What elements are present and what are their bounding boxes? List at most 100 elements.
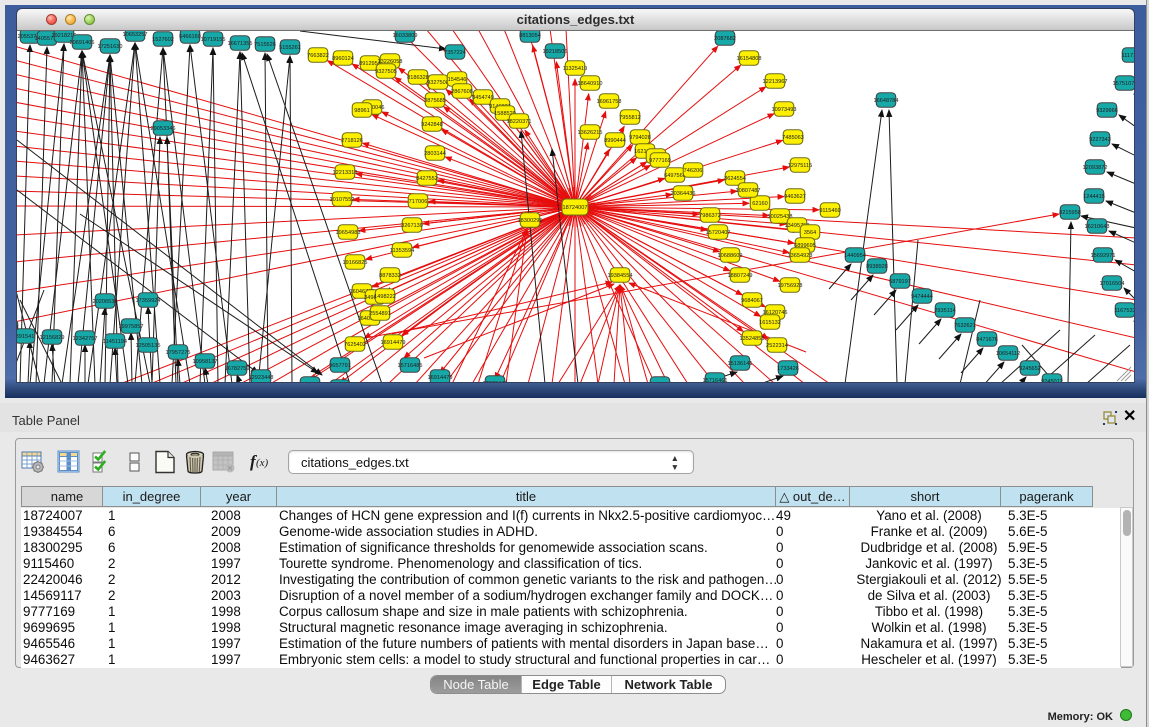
svg-text:7515526: 7515526 [254, 42, 276, 48]
svg-text:12505135: 12505135 [136, 343, 161, 349]
svg-text:13626215: 13626215 [578, 130, 603, 136]
svg-text:3267130: 3267130 [401, 223, 423, 229]
svg-text:12156829: 12156829 [40, 335, 65, 341]
svg-text:16154808: 16154808 [737, 56, 762, 62]
svg-text:16033809: 16033809 [393, 33, 418, 39]
svg-text:9242848: 9242848 [421, 122, 443, 128]
svg-text:15716485: 15716485 [398, 363, 423, 369]
svg-text:1117104: 1117104 [1122, 53, 1134, 59]
svg-text:9777169: 9777169 [649, 158, 671, 164]
svg-text:10653257: 10653257 [123, 32, 148, 38]
svg-text:16210643: 16210643 [1085, 224, 1110, 230]
svg-text:15720407: 15720407 [706, 230, 731, 236]
svg-text:3624554: 3624554 [724, 176, 746, 182]
svg-text:18807249: 18807249 [728, 273, 753, 279]
svg-text:7357224: 7357224 [444, 50, 466, 56]
svg-text:18220371: 18220371 [507, 119, 532, 125]
svg-text:17251630: 17251630 [98, 44, 123, 50]
svg-text:9474444: 9474444 [911, 294, 933, 300]
svg-text:12213967: 12213967 [763, 79, 788, 85]
svg-text:18640910: 18640910 [578, 81, 603, 87]
svg-text:8990444: 8990444 [604, 138, 626, 144]
svg-text:717006: 717006 [409, 199, 428, 205]
svg-text:9327505: 9327505 [375, 69, 397, 75]
svg-text:8813054: 8813054 [519, 33, 541, 39]
svg-text:18300295: 18300295 [518, 218, 543, 224]
svg-text:8471676: 8471676 [976, 337, 998, 343]
svg-text:6497568: 6497568 [664, 173, 686, 179]
svg-text:18724007: 18724007 [563, 205, 588, 211]
svg-text:1244415: 1244415 [1083, 194, 1105, 200]
svg-text:2718126: 2718126 [341, 138, 363, 144]
svg-text:15751074: 15751074 [1113, 81, 1134, 87]
svg-text:98961: 98961 [354, 108, 370, 114]
svg-text:1498222: 1498222 [374, 294, 396, 300]
svg-text:17957275: 17957275 [166, 350, 191, 356]
svg-text:10107552: 10107552 [330, 197, 355, 203]
svg-text:1167533: 1167533 [1114, 308, 1134, 314]
svg-text:6879197: 6879197 [889, 279, 911, 285]
svg-text:9657791: 9657791 [329, 363, 351, 369]
svg-text:7663822: 7663822 [307, 53, 329, 59]
svg-text:11353594: 11353594 [390, 248, 414, 254]
svg-text:8878332: 8878332 [379, 273, 401, 279]
svg-text:9463627: 9463627 [784, 194, 806, 200]
svg-text:7955812: 7955812 [619, 115, 641, 121]
svg-text:9329966: 9329966 [1096, 108, 1118, 114]
svg-text:16961758: 16961758 [597, 99, 622, 105]
svg-text:1527602: 1527602 [152, 37, 174, 43]
svg-text:10958137: 10958137 [193, 359, 218, 365]
svg-text:12093872: 12093872 [1083, 165, 1108, 171]
svg-text:10807487: 10807487 [736, 188, 761, 194]
svg-text:20206536: 20206536 [93, 299, 118, 305]
svg-text:391541: 391541 [17, 334, 34, 340]
svg-text:17016504: 17016504 [1100, 281, 1125, 287]
svg-text:12342757: 12342757 [73, 336, 98, 342]
svg-text:12975115: 12975115 [788, 163, 812, 169]
svg-text:11325419: 11325419 [563, 66, 587, 72]
svg-text:746206: 746206 [684, 168, 703, 174]
svg-text:13654923: 13654923 [788, 253, 813, 259]
svg-text:12213319: 12213319 [333, 170, 358, 176]
svg-text:19166825: 19166825 [343, 260, 368, 266]
svg-text:8427552: 8427552 [416, 176, 438, 182]
svg-text:62160: 62160 [752, 201, 768, 207]
svg-text:2087682: 2087682 [714, 36, 736, 42]
svg-text:29053346: 29053346 [151, 126, 176, 132]
svg-text:7625402: 7625402 [344, 342, 366, 348]
svg-text:7986372: 7986372 [699, 213, 721, 219]
svg-text:7632621: 7632621 [954, 323, 976, 329]
svg-text:11451194: 11451194 [103, 339, 127, 345]
svg-text:13524851: 13524851 [740, 336, 765, 342]
svg-text:16648784: 16648784 [874, 98, 899, 104]
svg-text:154546: 154546 [448, 77, 467, 83]
svg-text:15136141: 15136141 [728, 361, 753, 367]
svg-text:15716461: 15716461 [703, 378, 728, 382]
svg-text:9227343: 9227343 [1089, 137, 1111, 143]
svg-text:19654983: 19654983 [336, 230, 361, 236]
svg-text:12923448: 12923448 [249, 375, 274, 381]
svg-text:9327508: 9327508 [427, 80, 449, 86]
svg-text:2522314: 2522314 [766, 343, 788, 349]
svg-text:9684067: 9684067 [741, 298, 763, 304]
svg-text:16782759: 16782759 [225, 366, 250, 372]
svg-text:1440954: 1440954 [844, 253, 866, 259]
svg-text:2803144: 2803144 [424, 151, 446, 157]
svg-text:10719155: 10719155 [201, 37, 226, 43]
svg-text:16914479: 16914479 [381, 340, 406, 346]
svg-text:15692971: 15692971 [1091, 253, 1116, 259]
svg-text:9115460: 9115460 [819, 208, 840, 214]
svg-text:10973493: 10973493 [772, 107, 797, 113]
svg-text:10688609: 10688609 [718, 253, 743, 259]
svg-text:8938928: 8938928 [866, 264, 888, 270]
svg-text:8960124: 8960124 [332, 56, 354, 62]
svg-text:9245652: 9245652 [1019, 366, 1041, 372]
svg-text:9245012: 9245012 [1041, 379, 1063, 382]
svg-text:2867608: 2867608 [451, 89, 473, 95]
svg-text:1615132: 1615132 [759, 320, 781, 326]
svg-text:7485063: 7485063 [782, 135, 804, 141]
svg-text:1733426: 1733426 [777, 366, 799, 372]
svg-text:19384554: 19384554 [608, 273, 633, 279]
svg-text:3875685: 3875685 [424, 98, 446, 104]
svg-text:19756928: 19756928 [778, 283, 803, 289]
